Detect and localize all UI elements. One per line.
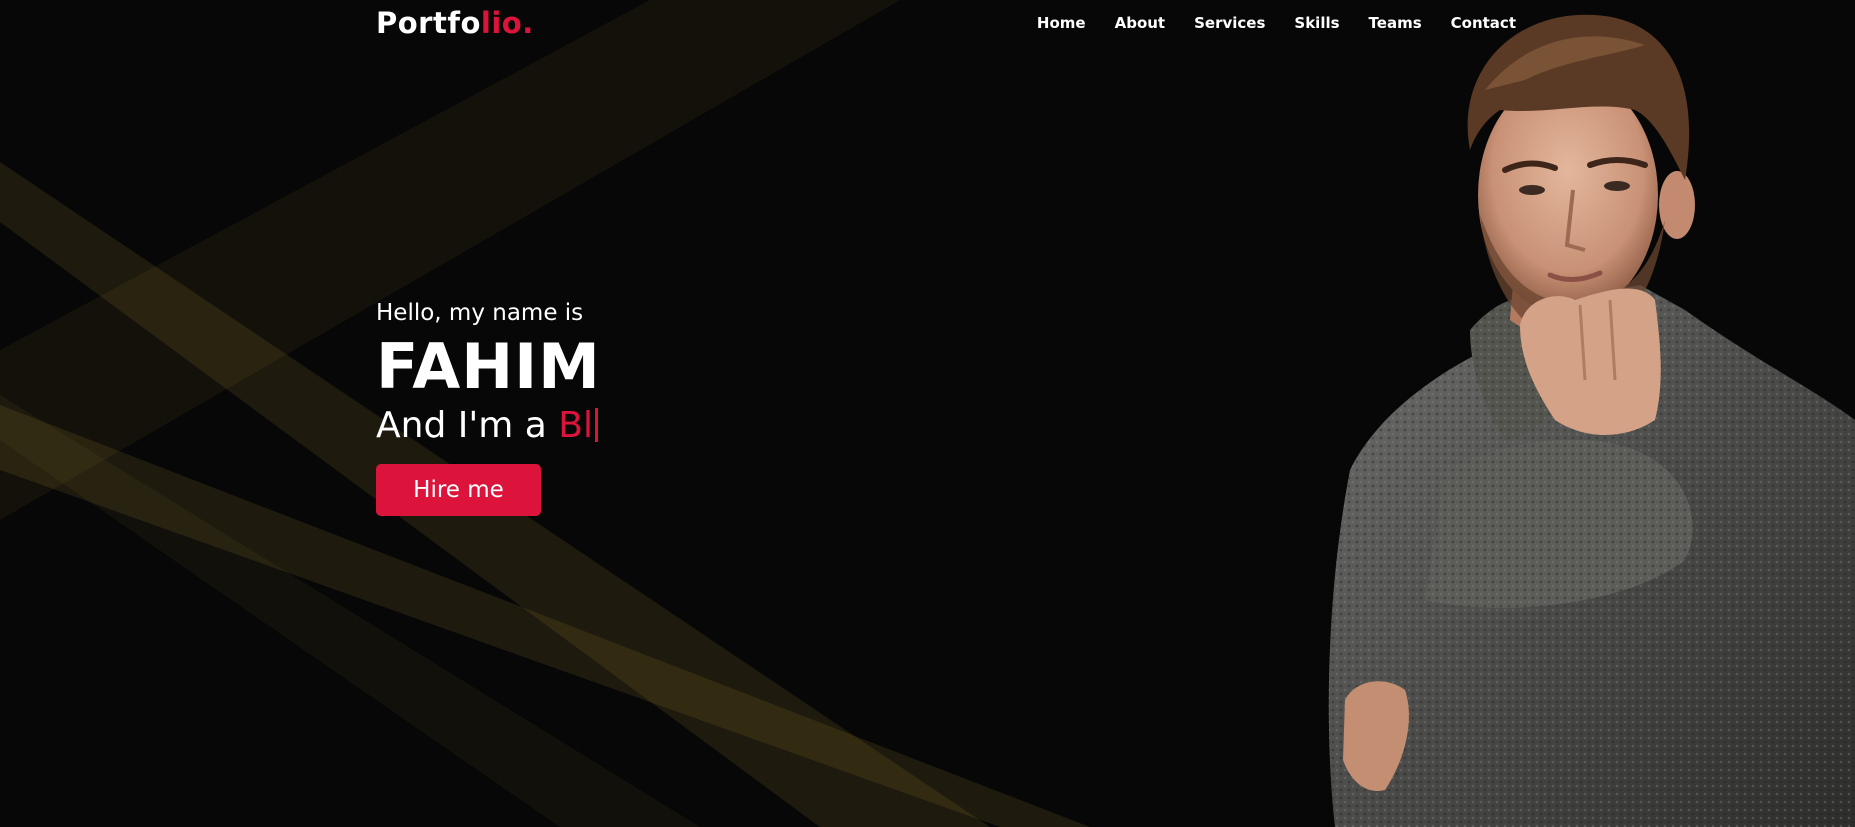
hire-me-button[interactable]: Hire me bbox=[376, 464, 541, 516]
nav-item-home: Home bbox=[1037, 14, 1086, 32]
nav-link-home[interactable]: Home bbox=[1037, 14, 1086, 32]
hero-role: And I'm a Bl bbox=[376, 403, 1076, 449]
hero-section: Hello, my name is FAHIM And I'm a Bl Hir… bbox=[376, 297, 1076, 516]
nav-item-services: Services bbox=[1194, 14, 1265, 32]
typing-cursor bbox=[594, 408, 598, 442]
logo-primary: Portfo bbox=[376, 6, 481, 40]
site-logo[interactable]: Portfolio. bbox=[376, 6, 534, 40]
nav-item-about: About bbox=[1115, 14, 1166, 32]
hero-name: FAHIM bbox=[376, 330, 601, 403]
nav-item-contact: Contact bbox=[1451, 14, 1516, 32]
role-prefix: And I'm a bbox=[376, 405, 559, 446]
nav-item-skills: Skills bbox=[1294, 14, 1339, 32]
main-nav: Home About Services Skills Teams Contact bbox=[1037, 14, 1516, 32]
navbar: Portfolio. Home About Services Skills Te… bbox=[0, 0, 1855, 50]
hero-page: Portfolio. Home About Services Skills Te… bbox=[0, 0, 1855, 827]
portrait-image bbox=[1328, 14, 1855, 827]
hero-greeting: Hello, my name is bbox=[376, 300, 584, 326]
logo-accent: lio. bbox=[480, 6, 534, 40]
nav-link-contact[interactable]: Contact bbox=[1451, 14, 1516, 32]
nav-link-services[interactable]: Services bbox=[1194, 14, 1265, 32]
nav-link-teams[interactable]: Teams bbox=[1369, 14, 1422, 32]
nav-item-teams: Teams bbox=[1369, 14, 1422, 32]
nav-link-skills[interactable]: Skills bbox=[1294, 14, 1339, 32]
role-typed-text: Bl bbox=[558, 405, 593, 446]
nav-link-about[interactable]: About bbox=[1115, 14, 1166, 32]
